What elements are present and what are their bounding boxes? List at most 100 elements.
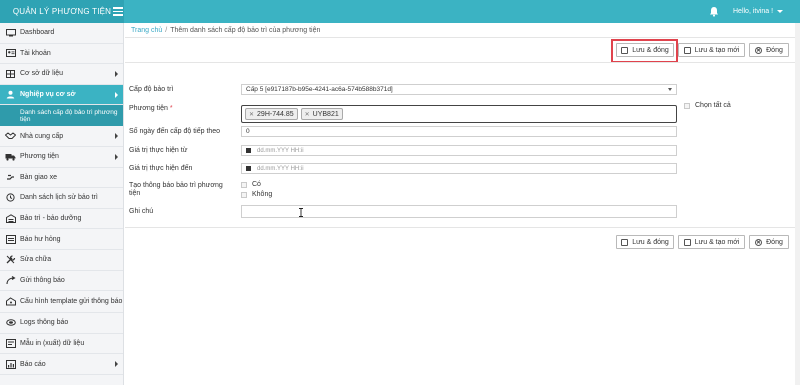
save-close-button-bottom[interactable]: Lưu & đóng [616, 235, 674, 249]
chevron-right-icon [115, 133, 118, 140]
vehicle-tag-label: 29H-744.85 [257, 110, 294, 118]
vehicle-tag[interactable]: ✕ 29H-744.85 [245, 108, 298, 120]
sidebar-item-label: Báo cáo [20, 360, 46, 368]
notice-yes-label: Có [252, 181, 261, 188]
sidebar-item-label: Nghiệp vụ cơ sở [20, 91, 76, 99]
monitor-icon [5, 28, 16, 37]
save-icon [621, 238, 629, 246]
sidebar-subitem-maintenance-levels[interactable]: Danh sách cấp độ bảo trì phương tiện [0, 105, 123, 127]
user-card-icon [5, 49, 16, 58]
sidebar-item-maintenance[interactable]: Bảo trì - bảo dưỡng [0, 209, 123, 230]
sidebar-item-maintenance-history[interactable]: Danh sách lịch sử bảo trì [0, 188, 123, 209]
handover-icon [5, 173, 16, 182]
notice-yes-checkbox[interactable] [241, 182, 247, 188]
bell-icon[interactable] [709, 6, 719, 17]
sidebar-item-business[interactable]: Nghiệp vụ cơ sở [0, 84, 123, 106]
close-icon [755, 238, 763, 246]
sidebar-item-repair[interactable]: Sửa chữa [0, 250, 123, 271]
sidebar-item-suppliers[interactable]: Nhà cung cấp [0, 126, 123, 147]
user-greeting: Hello, itvina ! [733, 8, 774, 15]
chevron-down-icon [668, 88, 672, 91]
save-close-label: Lưu & đóng [632, 46, 669, 54]
sidebar-item-notification-logs[interactable]: Logs thông báo [0, 313, 123, 334]
maintenance-level-value: Cấp 5 [e917187b-b95e-4241-ac6a-574b588b3… [246, 86, 393, 93]
vehicle-tag-label: UYB821 [312, 110, 339, 118]
select-all-checkbox[interactable] [684, 103, 690, 109]
template-icon [5, 297, 16, 306]
logs-icon [5, 318, 16, 327]
breadcrumb-separator: / [165, 27, 168, 34]
save-new-label: Lưu & tạo mới [694, 238, 740, 246]
valid-to-placeholder: dd.mm.YYY HH:ii [257, 165, 304, 172]
valid-to-label: Giá trị thực hiện đến [129, 165, 193, 172]
form-bottom-divider [125, 227, 800, 228]
calendar-icon [246, 166, 251, 171]
breadcrumb: Trang chủ / Thêm danh sách cấp độ bảo trì … [131, 27, 320, 34]
sidebar-item-database[interactable]: Cơ sở dữ liệu [0, 64, 123, 85]
garage-icon [5, 214, 16, 224]
chevron-down-icon [777, 10, 784, 13]
page-scrollbar[interactable] [795, 23, 800, 385]
form-top-divider [125, 62, 800, 63]
days-to-next-input[interactable]: 0 [241, 126, 677, 137]
sidebar-item-label: Bàn giao xe [20, 173, 57, 181]
remove-tag-icon[interactable]: ✕ [249, 111, 254, 118]
sidebar-item-vehicles[interactable]: Phương tiện [0, 147, 123, 168]
valid-from-input[interactable]: dd.mm.YYY HH:ii [241, 145, 677, 156]
note-label: Ghi chú [129, 208, 154, 215]
vehicle-multiselect[interactable]: ✕ 29H-744.85 ✕ UYB821 [241, 105, 677, 123]
send-icon [5, 275, 16, 285]
sidebar-item-account[interactable]: Tài khoản [0, 44, 123, 65]
history-icon [5, 193, 16, 203]
notice-no-checkbox[interactable] [241, 192, 247, 198]
vehicle-tag[interactable]: ✕ UYB821 [300, 108, 343, 120]
select-all-label: Chọn tất cả [695, 102, 731, 109]
close-button-bottom[interactable]: Đóng [749, 235, 789, 249]
sidebar-item-handover[interactable]: Bàn giao xe [0, 168, 123, 189]
warning-car-icon [5, 234, 16, 244]
sidebar-item-print-templates[interactable]: Mẫu in (xuất) dữ liệu [0, 334, 123, 355]
sidebar-item-label: Cấu hình template gửi thông báo [20, 298, 123, 306]
save-close-button[interactable]: Lưu & đóng [616, 43, 674, 57]
new-document-icon [683, 238, 691, 246]
sidebar-item-dashboard[interactable]: Dashboard [0, 23, 123, 44]
sidebar-item-damage-report[interactable]: Báo hư hỏng [0, 229, 123, 250]
save-icon [621, 46, 629, 54]
main-content: Trang chủ / Thêm danh sách cấp độ bảo trì … [125, 23, 800, 385]
create-notice-label-line1: Tạo thông báo bảo trì phương [129, 182, 223, 189]
maintenance-level-select[interactable]: Cấp 5 [e917187b-b95e-4241-ac6a-574b588b3… [241, 84, 677, 95]
user-menu[interactable]: Hello, itvina ! [733, 0, 784, 23]
sidebar-item-label: Phương tiện [20, 153, 59, 161]
remove-tag-icon[interactable]: ✕ [305, 111, 310, 118]
close-label: Đóng [766, 238, 783, 246]
app-title[interactable]: QUẢN LÝ PHƯƠNG TIỆN [0, 0, 124, 23]
sidebar-item-notification-template[interactable]: Cấu hình template gửi thông báo [0, 291, 123, 314]
close-button[interactable]: Đóng [749, 43, 789, 57]
create-notice-label-line2: tiện [129, 190, 141, 197]
sidebar-item-label: Nhà cung cấp [20, 132, 64, 140]
sidebar-item-label: Danh sách lịch sử bảo trì [20, 194, 98, 202]
valid-to-input[interactable]: dd.mm.YYY HH:ii [241, 163, 677, 174]
chevron-right-icon [115, 361, 118, 368]
sidebar-item-label: Sửa chữa [20, 256, 52, 264]
note-input[interactable] [241, 205, 677, 218]
save-new-button[interactable]: Lưu & tạo mới [678, 43, 745, 57]
sidebar-item-label: Gửi thông báo [20, 276, 65, 284]
sidebar-item-reports[interactable]: Báo cáo [0, 354, 123, 375]
chevron-right-icon [115, 153, 118, 160]
sidebar-item-label: Cơ sở dữ liệu [20, 70, 64, 78]
breadcrumb-current: Thêm danh sách cấp độ bảo trì của phương… [170, 27, 321, 34]
breadcrumb-divider [125, 37, 800, 38]
days-to-next-value: 0 [246, 128, 250, 135]
print-icon [5, 339, 16, 349]
breadcrumb-home-link[interactable]: Trang chủ [131, 27, 162, 34]
notice-no-label: Không [252, 191, 273, 198]
sidebar-item-label: Logs thông báo [20, 319, 69, 327]
valid-from-placeholder: dd.mm.YYY HH:ii [257, 147, 304, 154]
create-notice-label: Tạo thông báo bảo trì phương tiện [129, 182, 223, 198]
sidebar-item-send-notification[interactable]: Gửi thông báo [0, 271, 123, 292]
save-new-button-bottom[interactable]: Lưu & tạo mới [678, 235, 745, 249]
close-icon [755, 46, 763, 54]
menu-toggle-icon[interactable] [113, 7, 123, 16]
chevron-right-icon [115, 91, 118, 98]
